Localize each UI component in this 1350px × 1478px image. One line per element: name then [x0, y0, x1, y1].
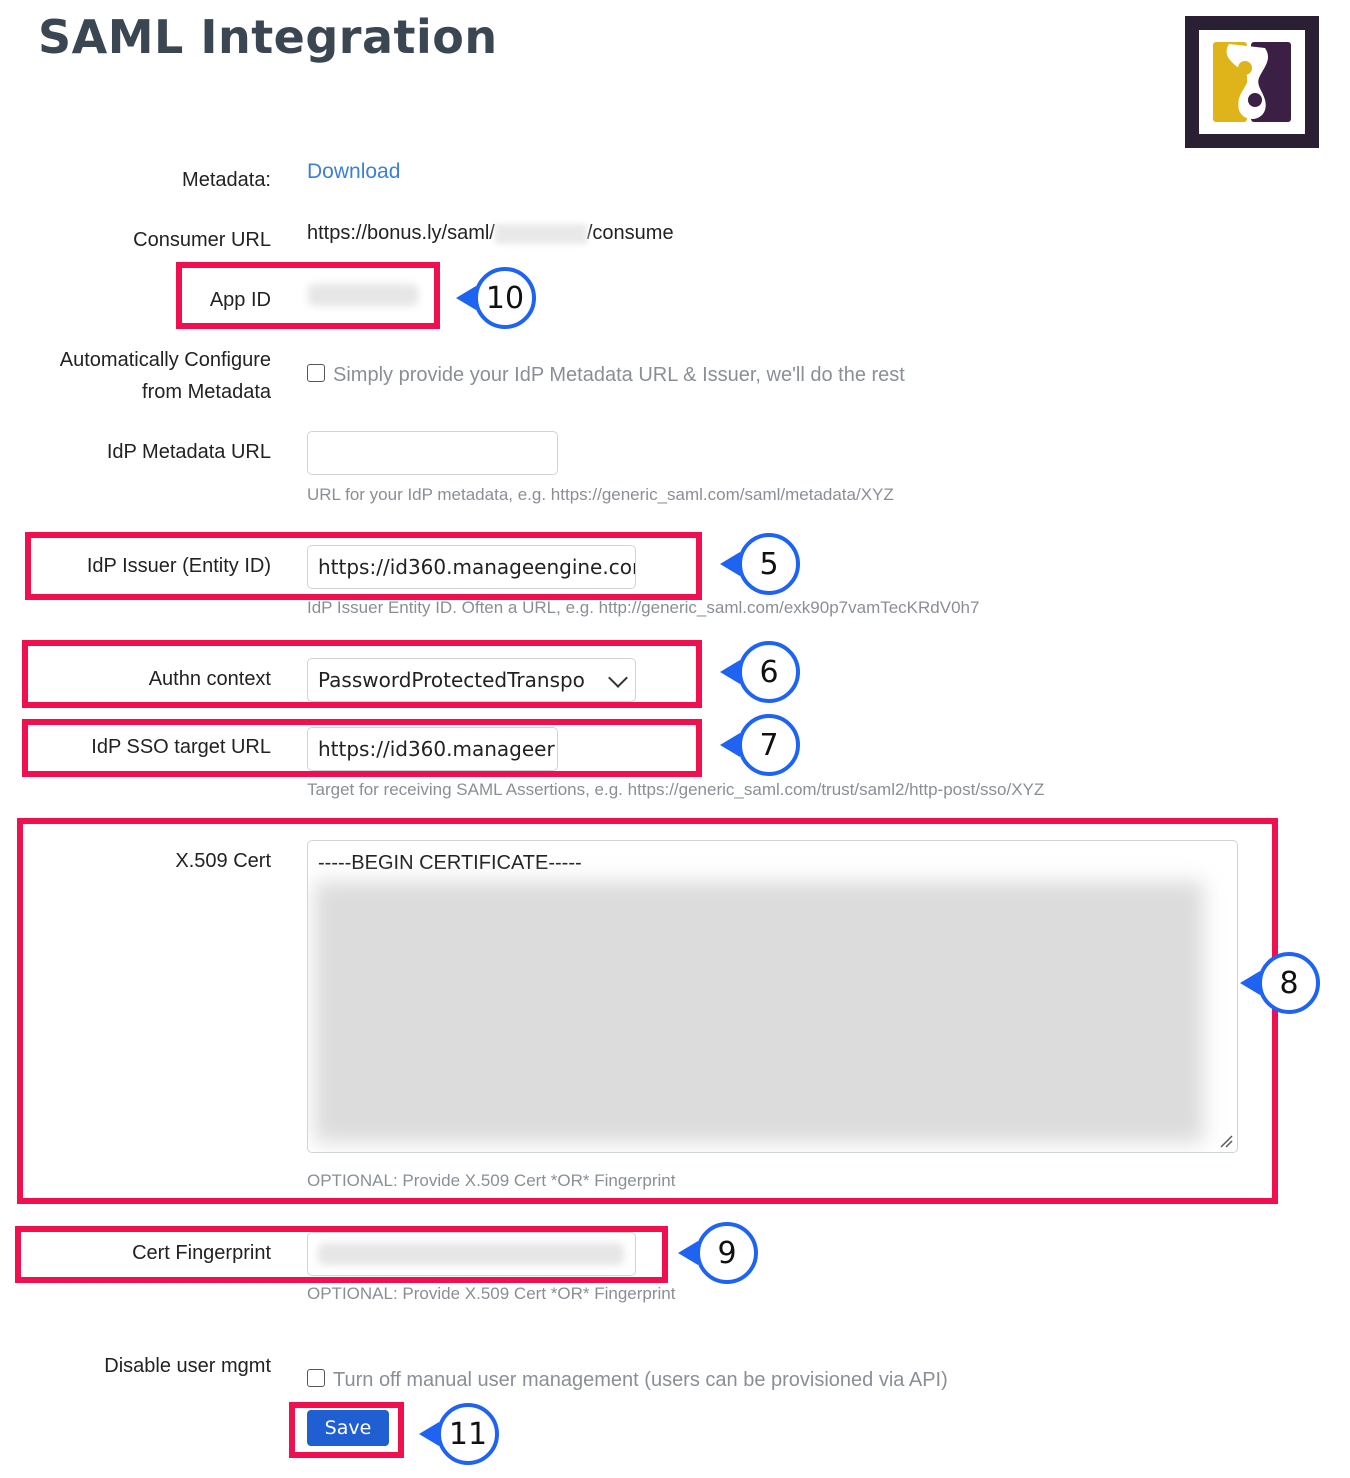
- auto-configure-label-line2: from Metadata: [142, 381, 271, 403]
- callout-11: 11: [437, 1403, 499, 1465]
- disable-user-mgmt-checkbox-label: Turn off manual user management (users c…: [333, 1369, 948, 1391]
- callout-8: 8: [1258, 952, 1320, 1014]
- disable-user-mgmt-checkbox[interactable]: [307, 1369, 325, 1387]
- highlight-cert-fingerprint: [15, 1226, 668, 1283]
- idp-metadata-url-input[interactable]: [307, 431, 558, 475]
- callout-10: 10: [474, 267, 536, 329]
- highlight-idp-sso-target-url: [22, 719, 702, 777]
- page-title: SAML Integration: [38, 10, 498, 64]
- highlight-idp-issuer: [25, 532, 702, 600]
- idp-metadata-url-label: IdP Metadata URL: [106, 441, 271, 463]
- auto-configure-checkbox[interactable]: [307, 364, 325, 382]
- download-metadata-link[interactable]: Download: [307, 160, 400, 184]
- highlight-save-button: [289, 1402, 404, 1458]
- metadata-label: Metadata:: [182, 169, 271, 191]
- disable-user-mgmt-label: Disable user mgmt: [104, 1355, 271, 1377]
- redacted-segment: [494, 223, 587, 244]
- callout-5: 5: [738, 533, 800, 595]
- cert-fingerprint-help: OPTIONAL: Provide X.509 Cert *OR* Finger…: [307, 1284, 676, 1303]
- idp-issuer-help: IdP Issuer Entity ID. Often a URL, e.g. …: [307, 598, 980, 617]
- auto-configure-label-line1: Automatically Configure: [59, 349, 271, 371]
- callout-9: 9: [696, 1222, 758, 1284]
- consumer-url-value: https://bonus.ly/saml/ /consume: [307, 222, 674, 245]
- auto-configure-checkbox-label: Simply provide your IdP Metadata URL & I…: [333, 364, 905, 386]
- callout-7: 7: [738, 714, 800, 776]
- consumer-url-prefix: https://bonus.ly/saml/: [307, 222, 495, 244]
- idp-metadata-url-help: URL for your IdP metadata, e.g. https://…: [307, 485, 894, 504]
- consumer-url-label: Consumer URL: [133, 229, 271, 251]
- highlight-authn-context: [22, 640, 702, 708]
- callout-6: 6: [738, 641, 800, 703]
- bonusly-logo-icon: [1185, 16, 1319, 148]
- highlight-app-id: [176, 262, 440, 329]
- consumer-url-suffix: /consume: [586, 222, 674, 244]
- idp-sso-target-url-help: Target for receiving SAML Assertions, e.…: [307, 780, 1045, 799]
- highlight-x509-cert: [17, 818, 1278, 1204]
